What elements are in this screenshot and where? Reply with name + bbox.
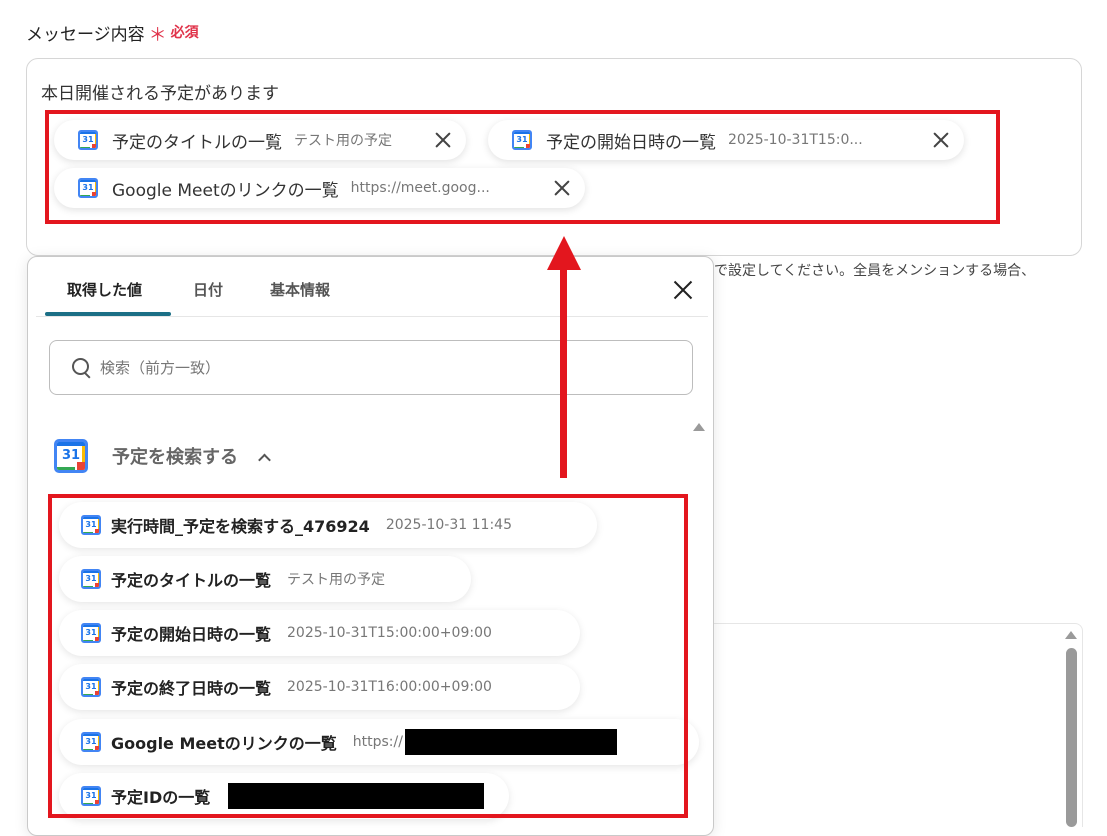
message-text: 本日開催される予定があります (41, 84, 279, 104)
section-header[interactable]: 31 予定を検索する (54, 439, 270, 473)
background-card (714, 623, 1083, 827)
arrow-up-icon (547, 236, 581, 270)
scrollbar[interactable] (1066, 648, 1077, 827)
helper-text: で設定してください。全員をメンションする場合、 (714, 263, 1036, 279)
highlight-box-items (48, 494, 688, 818)
section-title: 予定を検索する (112, 447, 238, 468)
required-text: 必須 (170, 25, 199, 41)
field-label-row: メッセージ内容 ＊ 必須 (26, 20, 199, 46)
google-calendar-icon: 31 (54, 439, 88, 473)
highlight-arrow-shaft (560, 266, 567, 478)
search-input[interactable] (100, 358, 660, 377)
scroll-up-icon[interactable] (1065, 631, 1077, 639)
search-icon (72, 357, 92, 378)
tab-date[interactable]: 日付 (193, 279, 223, 300)
chevron-up-icon[interactable] (258, 450, 270, 462)
close-icon[interactable] (671, 278, 695, 302)
tab-divider (36, 316, 708, 317)
tab-retrieved-values[interactable]: 取得した値 (67, 279, 142, 300)
scroll-up-icon[interactable] (693, 423, 705, 431)
search-field[interactable] (49, 340, 693, 395)
tab-basic-info[interactable]: 基本情報 (270, 279, 330, 300)
field-label: メッセージ内容 (26, 24, 145, 45)
highlight-box-chips (45, 110, 1000, 224)
required-star: ＊ (148, 24, 167, 46)
